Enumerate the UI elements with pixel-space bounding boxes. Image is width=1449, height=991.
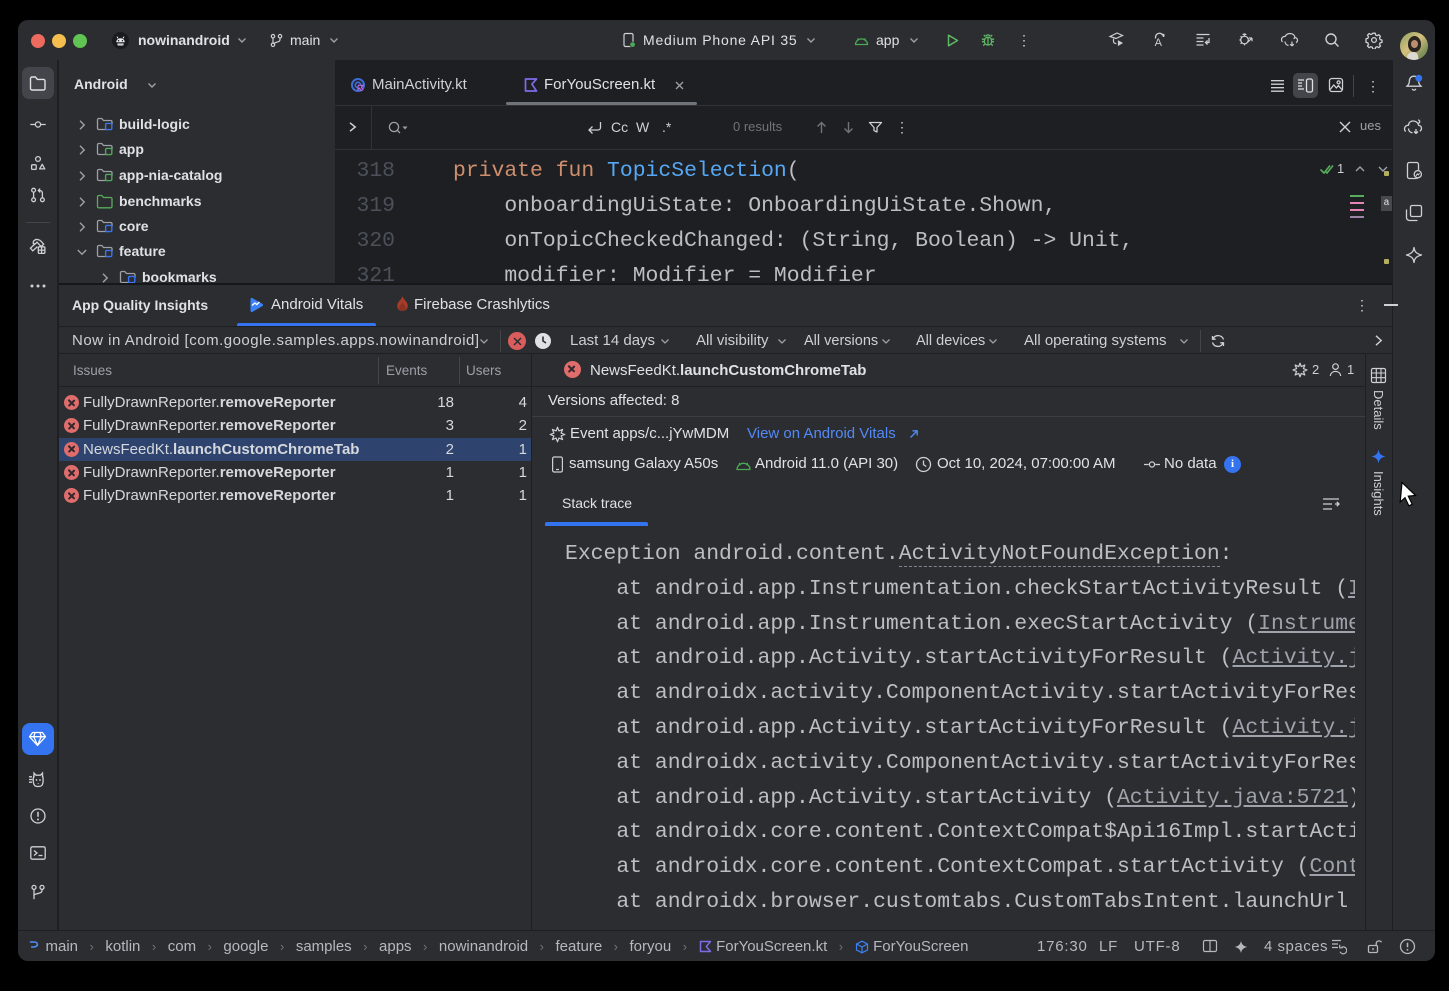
svg-text:A: A (1155, 37, 1163, 49)
